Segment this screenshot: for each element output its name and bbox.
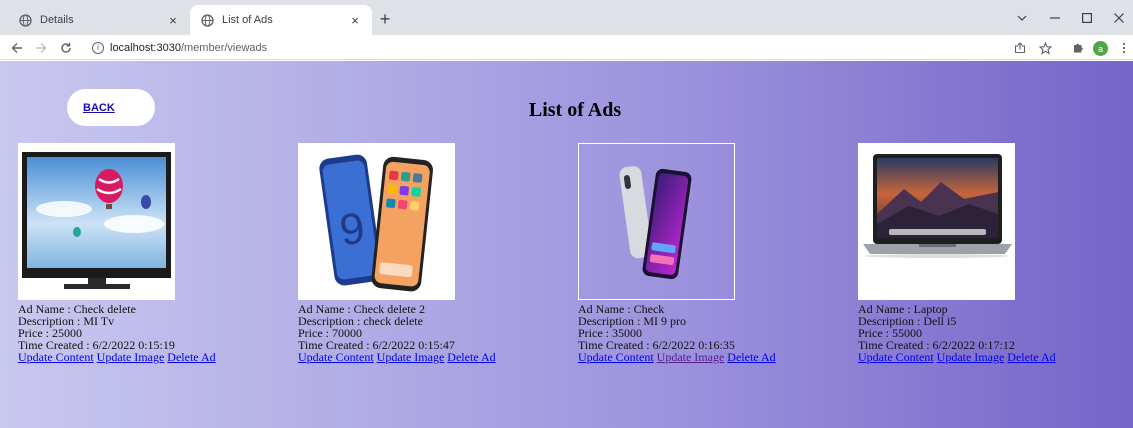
- extensions-icon[interactable]: [1068, 38, 1088, 58]
- close-tab-icon[interactable]: ×: [346, 11, 364, 29]
- laptop-image: [858, 143, 1015, 300]
- new-tab-button[interactable]: +: [375, 9, 395, 29]
- ad-card: Ad Name : Laptop Description : Dell i5 P…: [858, 143, 1128, 363]
- tab-details[interactable]: Details ×: [8, 5, 190, 35]
- globe-icon: [18, 13, 32, 27]
- url-path: /member/viewads: [180, 41, 268, 54]
- ad-card: Ad Name : Check Description : MI 9 pro P…: [578, 143, 848, 363]
- page-content: BACK List of Ads Ad Name : Check delete: [0, 61, 1133, 428]
- ad-card: 9 Ad Name : Check delete 2 Description:…: [298, 143, 568, 363]
- url-host: localhost:3030: [110, 41, 181, 54]
- tab-title: Details: [40, 14, 74, 26]
- chevron-down-icon[interactable]: [1009, 7, 1035, 29]
- delete-ad-link[interactable]: Delete Ad: [1007, 350, 1055, 364]
- forward-arrow-icon[interactable]: [31, 38, 51, 58]
- maximize-icon[interactable]: [1074, 7, 1100, 29]
- profile-avatar[interactable]: a: [1093, 41, 1108, 56]
- update-image-link[interactable]: Update Image: [377, 350, 445, 364]
- info-icon[interactable]: i: [92, 41, 104, 54]
- update-image-link[interactable]: Update Image: [97, 350, 165, 364]
- delete-ad-link[interactable]: Delete Ad: [167, 350, 215, 364]
- tab-title: List of Ads: [222, 14, 273, 26]
- update-content-link[interactable]: Update Content: [18, 350, 94, 364]
- update-image-link[interactable]: Update Image: [937, 350, 1005, 364]
- update-content-link[interactable]: Update Content: [578, 350, 654, 364]
- phone-image: [578, 143, 735, 300]
- close-window-icon[interactable]: [1106, 7, 1132, 29]
- reload-icon[interactable]: [56, 38, 76, 58]
- update-image-link[interactable]: Update Image: [657, 350, 725, 364]
- url-bar[interactable]: i localhost:3030/member/viewads: [92, 38, 267, 57]
- ad-card: Ad Name : Check delete Description : MI …: [18, 143, 288, 363]
- delete-ad-link[interactable]: Delete Ad: [727, 350, 775, 364]
- page-title: List of Ads: [528, 99, 622, 121]
- share-icon[interactable]: [1010, 38, 1030, 58]
- update-content-link[interactable]: Update Content: [298, 350, 374, 364]
- address-toolbar: i localhost:3030/member/viewads a: [0, 35, 1133, 60]
- globe-icon: [200, 13, 214, 27]
- tv-image: [18, 143, 175, 300]
- minimize-icon[interactable]: [1042, 7, 1068, 29]
- tab-list-of-ads[interactable]: List of Ads ×: [190, 5, 372, 35]
- menu-kebab-icon[interactable]: [1114, 38, 1133, 58]
- update-content-link[interactable]: Update Content: [858, 350, 934, 364]
- tab-strip: Details × List of Ads × +: [0, 0, 1133, 35]
- close-tab-icon[interactable]: ×: [164, 11, 182, 29]
- star-icon[interactable]: [1035, 38, 1055, 58]
- back-arrow-icon[interactable]: [7, 38, 27, 58]
- delete-ad-link[interactable]: Delete Ad: [447, 350, 495, 364]
- phones-image: 9: [298, 143, 455, 300]
